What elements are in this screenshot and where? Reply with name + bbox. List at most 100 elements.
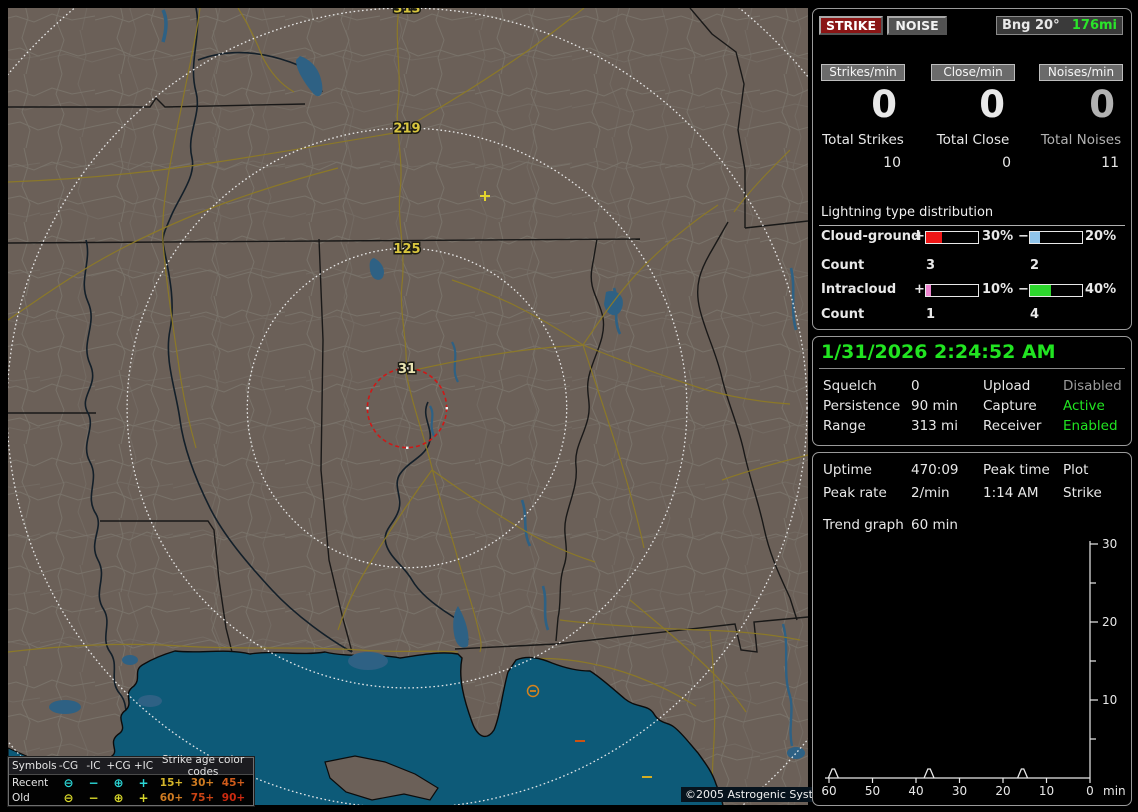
legend-symbols-label: Symbols bbox=[12, 760, 57, 772]
ring-tick bbox=[366, 407, 369, 410]
pos-ic-old-icon: + bbox=[138, 790, 149, 805]
ic-positive-bar bbox=[925, 284, 979, 297]
total-noises-value: 11 bbox=[1101, 155, 1119, 171]
strike-mode-button[interactable]: STRIKE bbox=[819, 16, 883, 35]
app-window: { "toolbar": { "strike": "STRIKE", "nois… bbox=[0, 0, 1138, 812]
noise-mode-button[interactable]: NOISE bbox=[887, 16, 947, 35]
capture-status: Active bbox=[1063, 398, 1105, 414]
age-45: 45+ bbox=[221, 776, 246, 789]
legend-row-old: Old ⊖ − ⊕ + 60+ 75+ 90+ bbox=[9, 790, 253, 805]
receiver-status: Enabled bbox=[1063, 418, 1118, 434]
ic-negative-count: 4 bbox=[1030, 307, 1040, 322]
ring-label-219: 219 bbox=[393, 122, 420, 137]
legend-row-label: Old bbox=[12, 791, 30, 804]
pos-ic-recent-icon: + bbox=[138, 775, 149, 790]
intracloud-label: Intracloud bbox=[821, 282, 897, 297]
ring-label-31: 31 bbox=[398, 362, 416, 377]
legend-age-title: Strike age color codes bbox=[161, 754, 245, 778]
neg-ic-recent-icon: − bbox=[88, 775, 99, 790]
legend-col-pos-ic: +IC bbox=[133, 760, 154, 772]
range-value: 176mi bbox=[1071, 18, 1117, 33]
cg-positive-count: 3 bbox=[926, 258, 936, 273]
squelch-value: 0 bbox=[911, 378, 920, 394]
minus-sign: − bbox=[1018, 282, 1029, 297]
persistence-value: 90 min bbox=[911, 398, 958, 414]
status-row: Squelch 0 Upload Disabled bbox=[813, 378, 1131, 394]
age-15: 15+ bbox=[159, 776, 184, 789]
legend-header: Symbols -CG -IC +CG +IC Strike age color… bbox=[9, 754, 253, 778]
neg-cg-old-icon: ⊖ bbox=[63, 790, 74, 805]
age-75: 75+ bbox=[190, 791, 215, 804]
neg-cg-recent-icon: ⊖ bbox=[63, 775, 74, 790]
upload-status: Disabled bbox=[1063, 378, 1122, 394]
noises-per-min-label: Noises/min bbox=[1039, 64, 1123, 81]
trend-graph: 30 20 10 60 50 40 30 20 10 0 min bbox=[813, 453, 1133, 807]
ring-tick bbox=[406, 446, 409, 450]
close-per-min-label: Close/min bbox=[931, 64, 1015, 81]
age-60: 60+ bbox=[159, 791, 184, 804]
cloud-ground-count-row: Count 3 2 bbox=[813, 258, 1131, 274]
receiver-label: Receiver bbox=[983, 418, 1042, 434]
legend-col-pos-cg: +CG bbox=[106, 760, 131, 772]
cloud-ground-row: Cloud-ground + 30% − 20% bbox=[813, 229, 1131, 245]
ic-positive-pct: 10% bbox=[982, 282, 1014, 297]
bearing-value: Bng 20° bbox=[1002, 18, 1060, 33]
distribution-title: Lightning type distribution bbox=[819, 205, 1125, 226]
x-tick-label: 30 bbox=[952, 784, 967, 798]
ring-label-313: 313 bbox=[393, 8, 420, 17]
minus-sign: − bbox=[1018, 229, 1029, 244]
x-tick-label: 20 bbox=[995, 784, 1010, 798]
capture-label: Capture bbox=[983, 398, 1037, 414]
total-noises-label: Total Noises bbox=[1040, 132, 1122, 148]
ic-negative-pct: 40% bbox=[1085, 282, 1117, 297]
total-close-label: Total Close bbox=[936, 132, 1010, 148]
y-tick-label: 20 bbox=[1102, 615, 1117, 629]
age-90: 90+ bbox=[221, 791, 246, 804]
close-per-min-value: 0 bbox=[979, 83, 1005, 126]
total-strikes-value: 10 bbox=[883, 155, 901, 171]
x-tick-label: 0 bbox=[1086, 784, 1094, 798]
status-panel: 1/31/2026 2:24:52 AM Squelch 0 Upload Di… bbox=[812, 336, 1132, 446]
strikes-per-min-label: Strikes/min bbox=[821, 64, 905, 81]
legend-col-neg-ic: -IC bbox=[86, 760, 101, 772]
trend-axes bbox=[825, 541, 1098, 783]
ic-positive-count: 1 bbox=[926, 307, 936, 322]
x-tick-label: 10 bbox=[1039, 784, 1054, 798]
pos-cg-recent-icon: ⊕ bbox=[113, 775, 124, 790]
divider bbox=[819, 368, 1125, 369]
squelch-label: Squelch bbox=[823, 378, 877, 394]
session-panel: Uptime 470:09 Peak time Plot Peak rate 2… bbox=[812, 452, 1132, 806]
upload-label: Upload bbox=[983, 378, 1031, 394]
legend-row-recent: Recent ⊖ − ⊕ + 15+ 30+ 45+ bbox=[9, 775, 253, 790]
intracloud-row: Intracloud + 10% − 40% bbox=[813, 282, 1131, 298]
bearing-readout: Bng 20° 176mi bbox=[996, 16, 1123, 35]
trend-peak bbox=[1016, 768, 1029, 779]
cg-positive-pct: 30% bbox=[982, 229, 1014, 244]
cloud-ground-label: Cloud-ground bbox=[821, 229, 921, 244]
ic-negative-bar bbox=[1029, 284, 1083, 297]
x-tick-label: 40 bbox=[908, 784, 923, 798]
intracloud-count-row: Count 1 4 bbox=[813, 307, 1131, 323]
legend-row-label: Recent bbox=[12, 776, 49, 789]
y-tick-label: 10 bbox=[1102, 693, 1117, 707]
radar-map[interactable]: 313 219 125 31 bbox=[8, 8, 808, 805]
cg-negative-pct: 20% bbox=[1085, 229, 1117, 244]
legend-col-neg-cg: -CG bbox=[58, 760, 79, 772]
ring-label-125: 125 bbox=[393, 242, 420, 257]
persistence-label: Persistence bbox=[823, 398, 901, 414]
count-label: Count bbox=[821, 258, 865, 273]
x-tick-label: 50 bbox=[865, 784, 880, 798]
plus-sign: + bbox=[914, 282, 925, 297]
count-label: Count bbox=[821, 307, 865, 322]
plus-sign: + bbox=[914, 229, 925, 244]
status-row: Persistence 90 min Capture Active bbox=[813, 398, 1131, 414]
counters-panel: STRIKE NOISE Bng 20° 176mi Strikes/min C… bbox=[812, 8, 1132, 330]
cg-negative-bar bbox=[1029, 231, 1083, 244]
trend-peak bbox=[923, 768, 935, 779]
total-strikes-label: Total Strikes bbox=[822, 132, 904, 148]
range-label: Range bbox=[823, 418, 866, 434]
x-axis-unit: min bbox=[1103, 784, 1126, 798]
age-30: 30+ bbox=[190, 776, 215, 789]
cg-positive-bar bbox=[925, 231, 979, 244]
cg-negative-count: 2 bbox=[1030, 258, 1040, 273]
